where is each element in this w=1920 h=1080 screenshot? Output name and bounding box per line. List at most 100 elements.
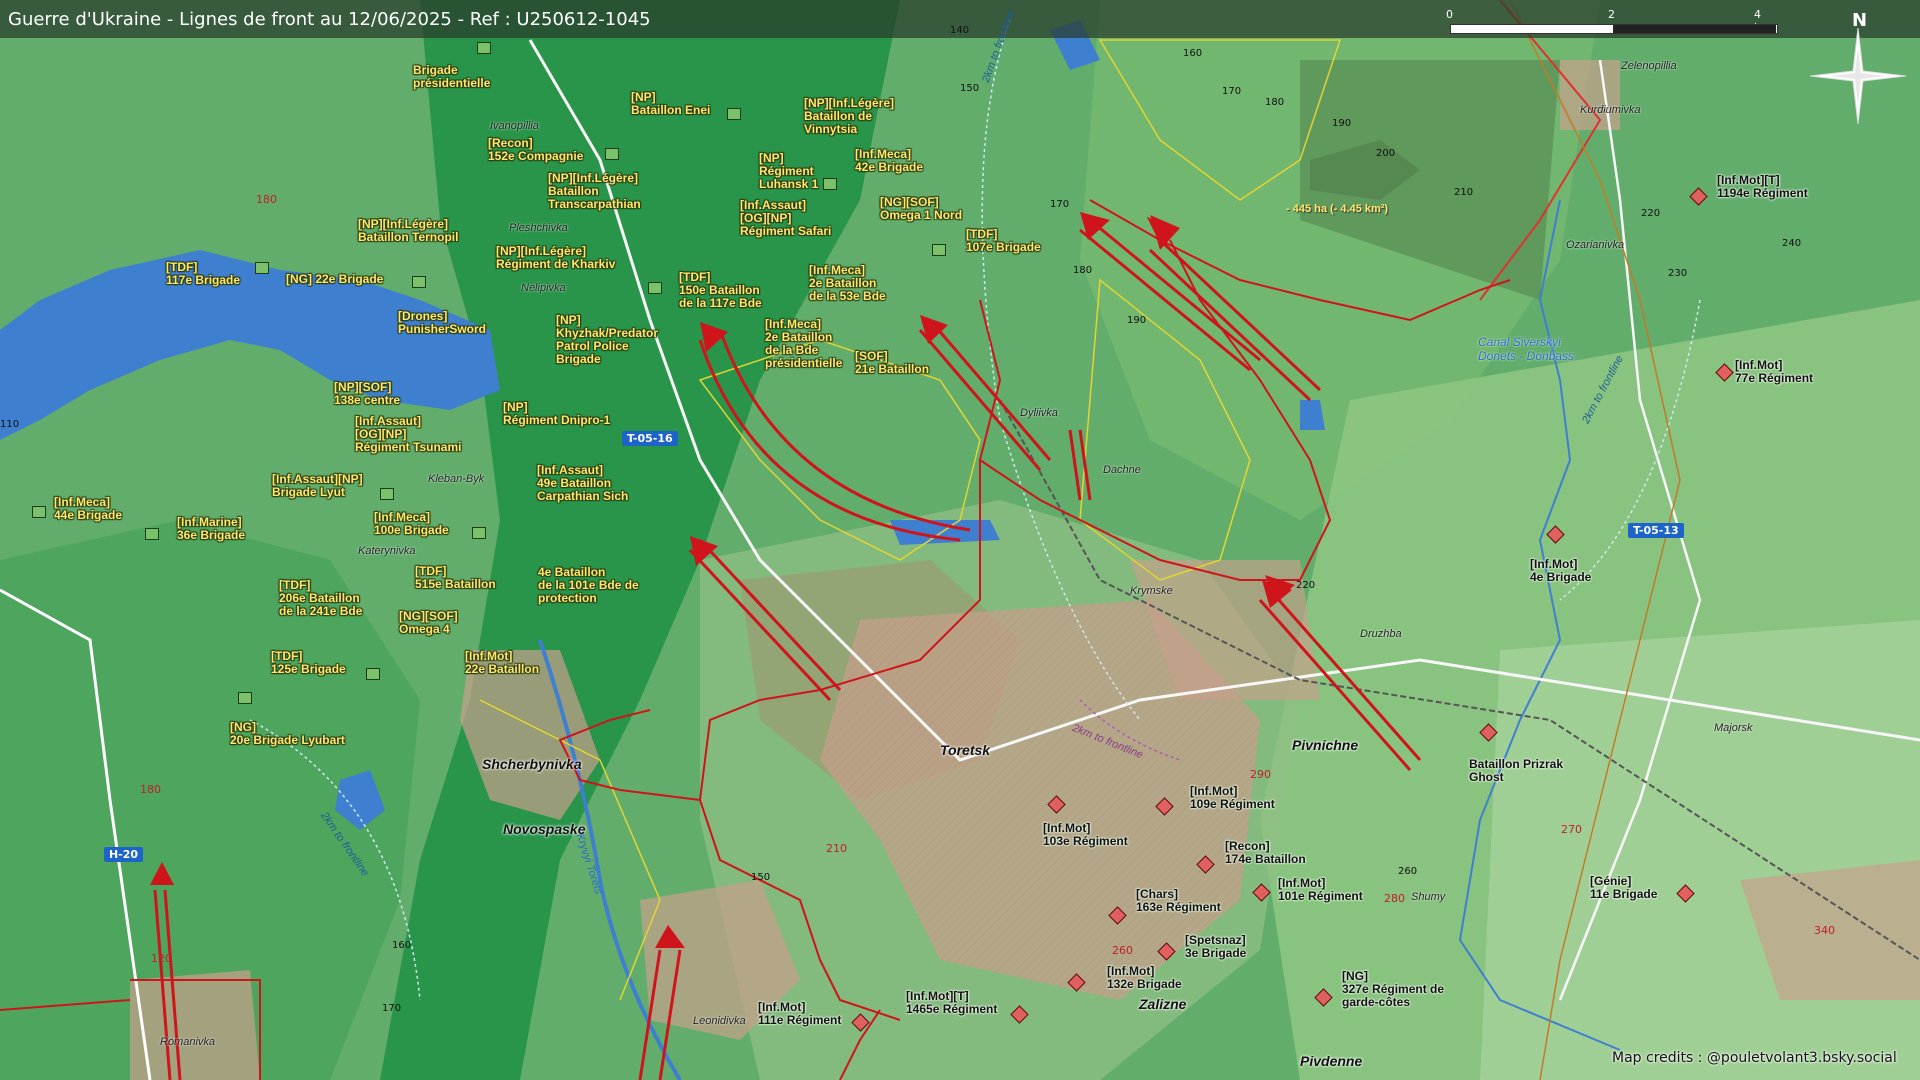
ua-unit-label[interactable]: [SOF] 21e Bataillon (855, 350, 929, 376)
friendly-unit-icon[interactable] (412, 276, 426, 288)
ua-unit-label[interactable]: Brigade présidentielle (413, 64, 490, 90)
village-label: Zelenopillia (1621, 60, 1677, 72)
friendly-unit-icon[interactable] (255, 262, 269, 274)
friendly-unit-icon[interactable] (238, 692, 252, 704)
ua-unit-label[interactable]: [NP][Inf.Légère] Bataillon Transcarpathi… (548, 172, 641, 211)
friendly-unit-icon[interactable] (648, 282, 662, 294)
canal-label: Canal Siverskyi Donets - Donbass (1478, 335, 1575, 363)
ua-unit-label[interactable]: [Inf.Mot] 22e Bataillon (465, 650, 539, 676)
ua-unit-label[interactable]: [TDF] 107e Brigade (966, 228, 1041, 254)
area-change-label: - 445 ha (- 4.45 km²) (1286, 203, 1389, 215)
town-label: Pivnichne (1292, 737, 1359, 753)
village-label: Shumy (1411, 891, 1446, 903)
map-canvas[interactable] (0, 0, 1920, 1080)
ua-unit-label[interactable]: [TDF] 150e Bataillon de la 117e Bde (679, 271, 762, 310)
ua-unit-label[interactable]: [TDF] 206e Bataillon de la 241e Bde (279, 579, 362, 618)
elevation-label-red: 210 (826, 842, 847, 855)
ru-unit-label[interactable]: [Inf.Mot] 4e Brigade (1530, 558, 1591, 584)
ru-unit-label[interactable]: [Inf.Mot] 132e Brigade (1107, 965, 1182, 991)
ua-unit-label[interactable]: [NP] Régiment Luhansk 1 (759, 152, 818, 191)
village-label: Pleshchivka (509, 222, 568, 234)
ru-unit-label[interactable]: [Inf.Mot] 101e Régiment (1278, 877, 1363, 903)
ru-unit-label[interactable]: [Chars] 163e Régiment (1136, 888, 1221, 914)
elevation-label-red: 340 (1814, 924, 1835, 937)
map-title: Guerre d'Ukraine - Lignes de front au 12… (8, 9, 651, 30)
north-arrow-icon: N (1810, 10, 1906, 124)
elevation-label: 150 (751, 872, 771, 883)
ua-unit-label[interactable]: [Inf.Meca] 100e Brigade (374, 511, 449, 537)
friendly-unit-icon[interactable] (477, 42, 491, 54)
ua-unit-label[interactable]: [Drones] PunisherSword (398, 310, 486, 336)
compass-star-icon (1810, 28, 1906, 124)
town-label: Toretsk (940, 742, 991, 758)
ua-unit-label[interactable]: [Inf.Meca] 2e Bataillon de la Bde présid… (765, 318, 842, 370)
friendly-unit-icon[interactable] (145, 528, 159, 540)
village-label: Katerynivka (358, 545, 416, 557)
ru-unit-label[interactable]: [Recon] 174e Bataillon (1225, 840, 1306, 866)
ua-unit-label[interactable]: [NP][Inf.Légère] Bataillon de Vinnytsia (804, 97, 894, 136)
ru-unit-label[interactable]: [Inf.Mot] 103e Régiment (1043, 822, 1128, 848)
ua-unit-label[interactable]: [NG] 22e Brigade (286, 273, 383, 286)
ua-unit-label[interactable]: 4e Bataillon de la 101e Bde de protectio… (538, 566, 639, 605)
terrain-southeast (1480, 620, 1920, 1080)
ua-unit-label[interactable]: [Recon] 152e Compagnie (488, 137, 583, 163)
elevation-label-red: 120 (151, 952, 172, 965)
ua-unit-label[interactable]: [TDF] 125e Brigade (271, 650, 346, 676)
ua-unit-label[interactable]: [NP] Bataillon Enei (631, 91, 710, 117)
map-credits: Map credits : @pouletvolant3.bsky.social (1612, 1050, 1897, 1066)
elevation-label-red: 180 (256, 193, 277, 206)
ua-unit-label[interactable]: [Inf.Assaut][NP] Brigade Lyut (272, 473, 363, 499)
ru-unit-label[interactable]: [Inf.Mot] 111e Régiment (758, 1001, 841, 1027)
ua-unit-label[interactable]: [TDF] 117e Brigade (166, 261, 240, 287)
elevation-label: 190 (1332, 118, 1352, 129)
ru-unit-label[interactable]: [Spetsnaz] 3e Brigade (1185, 934, 1246, 960)
friendly-unit-icon[interactable] (366, 668, 380, 680)
ua-unit-label[interactable]: [NG][SOF] Omega 1 Nord (880, 196, 962, 222)
friendly-unit-icon[interactable] (380, 488, 394, 500)
village-label: Ivanopillia (490, 120, 539, 132)
ua-unit-label[interactable]: [Inf.Assaut] 49e Bataillon Carpathian Si… (537, 464, 628, 503)
ua-unit-label[interactable]: [NP] Régiment Dnipro-1 (503, 401, 610, 427)
elevation-label: 180 (1265, 97, 1285, 108)
elevation-label-red: 270 (1561, 823, 1582, 836)
ua-unit-label[interactable]: [NG] 20e Brigade Lyubart (230, 721, 345, 747)
ru-unit-label[interactable]: [NG] 327e Régiment de garde-côtes (1342, 970, 1444, 1009)
ua-unit-label[interactable]: [Inf.Meca] 44e Brigade (54, 496, 122, 522)
ua-unit-label[interactable]: [Inf.Marine] 36e Brigade (177, 516, 245, 542)
friendly-unit-icon[interactable] (727, 108, 741, 120)
ua-unit-label[interactable]: [NP] Khyzhak/Predator Patrol Police Brig… (556, 314, 658, 366)
ua-unit-label[interactable]: [NP][SOF] 138e centre (334, 381, 400, 407)
ru-unit-label[interactable]: [Inf.Mot][T] 1465e Régiment (906, 990, 997, 1016)
elevation-label: 260 (1398, 866, 1418, 877)
elevation-label-red: 180 (140, 783, 161, 796)
friendly-unit-icon[interactable] (932, 244, 946, 256)
ua-unit-label[interactable]: [Inf.Meca] 2e Bataillon de la 53e Bde (809, 264, 886, 303)
ru-unit-label[interactable]: [Génie] 11e Brigade (1590, 875, 1657, 901)
town-label: Shcherbynivka (482, 756, 582, 772)
ua-unit-label[interactable]: [Inf.Assaut] [OG][NP] Régiment Safari (740, 199, 831, 238)
village-label: Dachne (1103, 464, 1141, 476)
village-label: Romanivka (160, 1036, 216, 1048)
ua-unit-label[interactable]: [NP][Inf.Légère] Régiment de Kharkiv (496, 245, 615, 271)
ru-unit-label[interactable]: [Inf.Mot] 109e Régiment (1190, 785, 1275, 811)
friendly-unit-icon[interactable] (605, 148, 619, 160)
scale-label-2: 2 (1608, 8, 1615, 21)
elevation-label: 230 (1668, 268, 1688, 279)
friendly-unit-icon[interactable] (32, 506, 46, 518)
map-stage[interactable]: Guerre d'Ukraine - Lignes de front au 12… (0, 0, 1920, 1080)
ua-unit-label[interactable]: [NP][Inf.Légère] Bataillon Ternopil (358, 218, 458, 244)
elevation-label: 150 (960, 83, 980, 94)
elevation-label: 220 (1296, 580, 1316, 591)
friendly-unit-icon[interactable] (823, 178, 837, 190)
ua-unit-label[interactable]: [NG][SOF] Omega 4 (399, 610, 458, 636)
ru-unit-label[interactable]: [Inf.Mot] 77e Régiment (1735, 359, 1813, 385)
scale-label-0: 0 (1446, 8, 1453, 21)
friendly-unit-icon[interactable] (472, 527, 486, 539)
ua-unit-label[interactable]: [TDF] 515e Bataillon (415, 565, 496, 591)
ua-unit-label[interactable]: [Inf.Meca] 42e Brigade (855, 148, 923, 174)
village-label: Druzhba (1360, 628, 1402, 640)
ua-unit-label[interactable]: [Inf.Assaut] [OG][NP] Régiment Tsunami (355, 415, 461, 454)
ru-unit-label[interactable]: Bataillon Prizrak Ghost (1469, 758, 1563, 784)
ru-unit-label[interactable]: [Inf.Mot][T] 1194e Régiment (1717, 174, 1808, 200)
village-label: Krymske (1130, 585, 1173, 597)
